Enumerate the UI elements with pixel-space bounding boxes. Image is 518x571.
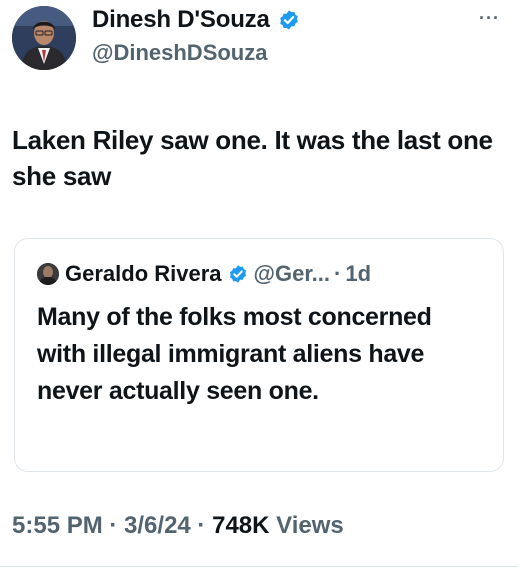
tweet-time[interactable]: 5:55 PM bbox=[12, 512, 103, 539]
more-options-icon[interactable]: ··· bbox=[479, 8, 500, 29]
quoted-profile-photo-icon bbox=[37, 263, 59, 285]
meta-separator: · bbox=[102, 512, 125, 539]
author-avatar[interactable] bbox=[12, 6, 76, 70]
views-count[interactable]: 748K bbox=[212, 512, 269, 539]
quoted-tweet-text: Many of the folks most concerned with il… bbox=[37, 303, 432, 405]
quoted-author-name[interactable]: Geraldo Rivera bbox=[65, 261, 222, 287]
quoted-tweet-card[interactable]: Geraldo Rivera @Ger... · 1d Many of the … bbox=[14, 238, 504, 472]
tweet-header: Dinesh D'Souza @DineshDSouza ··· bbox=[0, 0, 518, 80]
meta-separator: · bbox=[190, 512, 213, 539]
author-display-name[interactable]: Dinesh D'Souza bbox=[92, 6, 270, 34]
quoted-separator: · bbox=[334, 261, 342, 286]
verified-badge-icon bbox=[278, 9, 300, 31]
tweet-meta: 5:55 PM · 3/6/24 · 748K Views bbox=[12, 512, 344, 540]
profile-photo-icon bbox=[12, 6, 76, 70]
quoted-tweet-header: Geraldo Rivera @Ger... · 1d bbox=[37, 261, 371, 287]
tweet-date[interactable]: 3/6/24 bbox=[124, 512, 191, 539]
quoted-author-avatar[interactable] bbox=[37, 263, 59, 285]
quoted-verified-badge-icon bbox=[228, 264, 248, 284]
author-handle[interactable]: @DineshDSouza bbox=[92, 40, 300, 66]
quoted-author-handle[interactable]: @Ger... bbox=[254, 261, 330, 287]
quoted-timestamp[interactable]: 1d bbox=[345, 261, 371, 287]
tweet-text: Laken Riley saw one. It was the last one… bbox=[12, 125, 493, 191]
divider bbox=[0, 566, 518, 567]
views-label: Views bbox=[269, 512, 344, 539]
